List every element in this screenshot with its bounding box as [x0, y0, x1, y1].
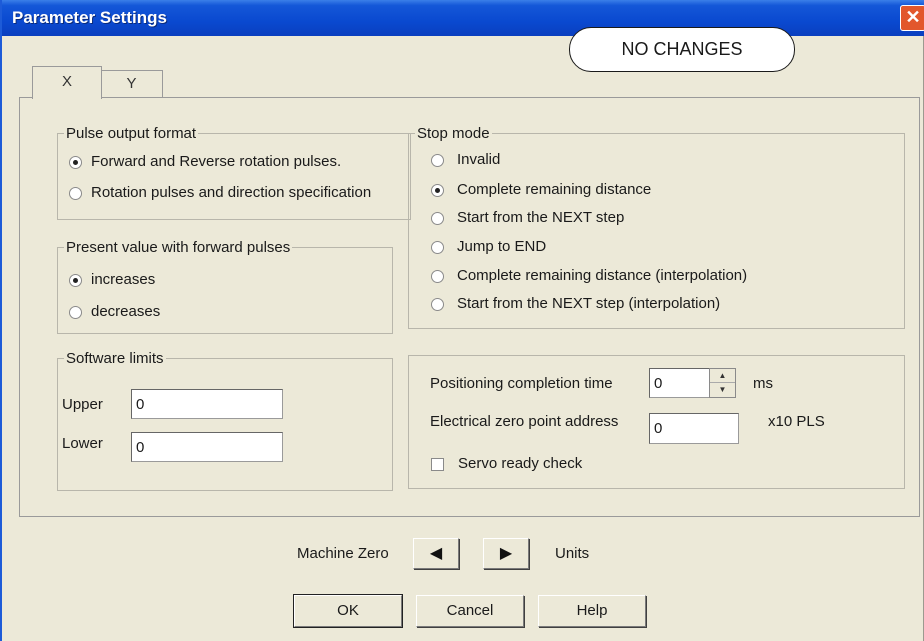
cancel-button[interactable]: Cancel	[416, 595, 524, 627]
completion-time-label: Positioning completion time	[430, 375, 613, 392]
pulse-output-format-legend: Pulse output format	[64, 125, 199, 142]
software-limits-legend: Software limits	[64, 350, 166, 367]
positioning-settings-group: Positioning completion time ▲ ▼ ms Elect…	[408, 355, 905, 489]
help-button[interactable]: Help	[538, 595, 646, 627]
close-icon[interactable]: ✕	[900, 5, 924, 31]
start-next-step-label: Start from the NEXT step	[457, 209, 625, 226]
upper-label: Upper	[62, 396, 103, 413]
present-value-group: Present value with forward pulses increa…	[57, 239, 393, 334]
units-label: Units	[555, 545, 590, 562]
lower-label: Lower	[62, 435, 103, 452]
jump-to-end-label: Jump to END	[457, 238, 547, 255]
completion-time-unit: ms	[753, 375, 773, 392]
window-title: Parameter Settings	[12, 8, 167, 27]
present-value-legend: Present value with forward pulses	[64, 239, 293, 256]
forward-reverse-label: Forward and Reverse rotation pulses.	[91, 153, 342, 170]
machine-zero-label: Machine Zero	[297, 545, 389, 562]
complete-remaining-label: Complete remaining distance	[457, 181, 652, 198]
tab-panel-x: Pulse output format Forward and Reverse …	[19, 97, 920, 517]
arrow-right-button[interactable]: ▶	[483, 538, 529, 569]
no-changes-callout: NO CHANGES	[569, 27, 795, 72]
radio-selected-icon	[69, 274, 82, 287]
servo-ready-label: Servo ready check	[458, 455, 583, 472]
increases-label: increases	[91, 271, 156, 288]
stop-mode-group: Stop mode Invalid Complete remaining dis…	[408, 125, 905, 329]
radio-selected-icon	[69, 156, 82, 169]
pulse-output-format-group: Pulse output format Forward and Reverse …	[57, 125, 411, 220]
radio-unselected-icon	[431, 270, 444, 283]
rotation-direction-label: Rotation pulses and direction specificat…	[91, 184, 372, 201]
spin-down-icon[interactable]: ▼	[710, 383, 735, 397]
radio-unselected-icon	[69, 187, 82, 200]
electrical-zero-unit: x10 PLS	[768, 413, 825, 430]
arrow-left-button[interactable]: ◀	[413, 538, 459, 569]
completion-time-spinner[interactable]: ▲ ▼	[709, 368, 736, 398]
radio-unselected-icon	[431, 241, 444, 254]
start-next-step-interp-label: Start from the NEXT step (interpolation)	[457, 295, 721, 312]
lower-limit-input[interactable]	[131, 432, 283, 462]
completion-time-input[interactable]	[649, 368, 711, 398]
complete-remaining-interp-label: Complete remaining distance (interpolati…	[457, 267, 748, 284]
tab-y[interactable]: Y	[100, 70, 163, 98]
ok-button[interactable]: OK	[293, 594, 403, 628]
arrow-left-icon: ◀	[429, 545, 443, 562]
electrical-zero-label: Electrical zero point address	[430, 413, 619, 430]
radio-unselected-icon	[431, 298, 444, 311]
electrical-zero-input[interactable]	[649, 413, 739, 444]
parameter-settings-window: Parameter Settings ✕ NO CHANGES X Y Puls…	[0, 0, 924, 641]
stop-mode-legend: Stop mode	[415, 125, 492, 142]
checkbox-icon	[431, 458, 444, 471]
tab-x[interactable]: X	[32, 66, 102, 99]
decreases-label: decreases	[91, 303, 161, 320]
radio-unselected-icon	[431, 154, 444, 167]
spin-up-icon[interactable]: ▲	[710, 369, 735, 383]
invalid-label: Invalid	[457, 151, 501, 168]
software-limits-group: Software limits Upper Lower	[57, 350, 393, 491]
radio-unselected-icon	[431, 212, 444, 225]
radio-selected-icon	[431, 184, 444, 197]
upper-limit-input[interactable]	[131, 389, 283, 419]
arrow-right-icon: ▶	[499, 545, 513, 562]
radio-unselected-icon	[69, 306, 82, 319]
